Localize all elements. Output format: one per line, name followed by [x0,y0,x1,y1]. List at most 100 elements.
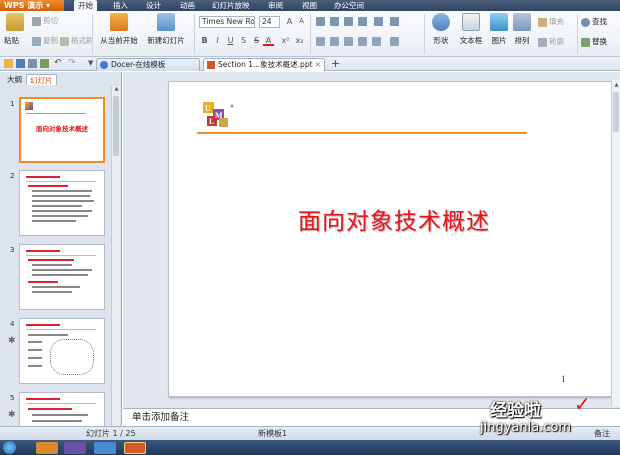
slide-scrollbar[interactable]: ▲ [611,80,620,406]
fill-button[interactable]: 填充 [538,16,564,28]
from-current-button[interactable]: 从当前开始 [97,13,141,46]
textbox-button[interactable]: 文本框 [457,13,485,46]
slide-thumbnail-1[interactable]: 面向对象技术概述 [19,97,105,163]
open-icon[interactable] [4,59,13,68]
play-slideshow-icon [110,13,128,31]
tab-current-presentation[interactable]: Section 1...象技术概述.ppt × [203,58,325,71]
tab-design[interactable]: 设计 [146,0,161,11]
explorer-taskbar-icon[interactable] [36,442,58,454]
new-slide-button[interactable]: 新建幻灯片 [144,13,188,46]
scroll-up-icon[interactable]: ▲ [613,82,620,88]
brush-icon [60,36,69,46]
title-rule [26,113,86,114]
search-icon [581,17,590,27]
outdent-icon[interactable] [344,17,353,26]
browser-taskbar-icon[interactable] [64,442,86,454]
distribute-icon[interactable] [372,37,381,46]
copy-button[interactable]: 复制 [32,35,58,47]
save-icon[interactable] [16,59,25,68]
wps-taskbar-icon[interactable] [124,442,146,454]
cut-button[interactable]: 剪切 [32,15,58,27]
picture-icon [490,13,508,31]
slide-title[interactable]: 面向对象技术概述 [169,202,619,236]
ppt-file-icon [207,61,215,69]
increase-font-icon[interactable]: A [284,16,295,27]
notes-toggle[interactable]: 备注 [594,427,610,440]
scroll-thumb[interactable] [113,96,119,156]
tab-home[interactable]: 开始 [74,0,97,11]
italic-icon[interactable]: I [212,35,223,46]
tab-slideshow[interactable]: 幻灯片放映 [212,0,250,11]
font-name-select[interactable]: Times New Ro [199,16,255,28]
tab-office-space[interactable]: 办公空间 [334,0,364,11]
preview-icon[interactable] [40,59,49,68]
picture-button[interactable]: 图片 [489,13,509,46]
paste-button[interactable]: 粘贴 [4,13,28,46]
tab-list-icon[interactable]: ▼ [88,59,93,67]
outline-button[interactable]: 轮廓 [538,36,564,48]
app-menu-button[interactable]: WPS 演示 ▾ [0,0,64,11]
windows-taskbar [0,440,620,455]
subscript-icon[interactable]: x₂ [294,35,305,46]
align-center-icon[interactable] [330,37,339,46]
ribbon-divider [577,14,578,54]
tab-insert[interactable]: 插入 [113,0,128,11]
replace-button[interactable]: 替换 [581,36,607,48]
slide-thumbnail-5[interactable] [19,392,105,426]
uml-logo: U M L [201,96,235,130]
start-button-icon[interactable] [3,441,16,454]
align-right-icon[interactable] [344,37,353,46]
slide-canvas[interactable]: U M L 面向对象技术概述 1 [168,81,618,397]
decrease-font-icon[interactable]: A [296,16,307,27]
strikethrough-icon[interactable]: S [251,35,262,46]
thumbnail-scrollbar[interactable]: ▲ [111,86,120,426]
scroll-thumb[interactable] [613,92,619,132]
tab-slides[interactable]: 幻灯片 [26,74,57,85]
format-painter-button[interactable]: 格式刷 [60,35,94,47]
ribbon-divider [194,14,195,54]
slide-thumbnail-4[interactable] [19,318,105,384]
paste-label: 粘贴 [4,36,19,45]
underline-icon[interactable]: U [225,35,236,46]
slide-navigation-pane: 大纲 幻灯片 1 面向对象技术概述 2 3 4 ✱ 5 ✱ [0,72,122,426]
text-direction-icon[interactable] [390,17,399,26]
slide-thumbnail-3[interactable] [19,244,105,310]
tab-view[interactable]: 视图 [302,0,317,11]
font-size-select[interactable]: 24 [259,16,280,28]
template-name: 新模板1 [258,429,288,438]
numbered-list-icon[interactable] [330,17,339,26]
close-tab-icon[interactable]: × [315,59,321,71]
align-left-icon[interactable] [316,37,325,46]
document-tab-bar: ↶ ↷ ▼ Docer-在线模板 Section 1...象技术概述.ppt ×… [0,57,620,71]
animation-star-icon: ✱ [8,336,16,346]
ribbon-divider [424,14,425,54]
scroll-up-icon[interactable]: ▲ [113,86,120,93]
indent-icon[interactable] [358,17,367,26]
justify-icon[interactable] [358,37,367,46]
app-name: WPS 演示 [4,1,44,10]
tab-docer-templates[interactable]: Docer-在线模板 [96,58,200,71]
tab-animation[interactable]: 动画 [180,0,195,11]
superscript-icon[interactable]: x² [280,35,291,46]
bold-icon[interactable]: B [199,35,210,46]
arrange-button[interactable]: 排列 [511,13,533,46]
line-spacing-icon[interactable] [374,17,383,26]
folder-taskbar-icon[interactable] [94,442,116,454]
new-tab-icon[interactable]: + [331,57,340,70]
bullet-list-icon[interactable] [316,17,325,26]
shadow-icon[interactable]: S [238,35,249,46]
shape-button[interactable]: 形状 [429,13,453,46]
find-button[interactable]: 查找 [581,16,607,28]
checkmark-icon: ✓ [574,392,591,416]
redo-icon[interactable]: ↷ [68,58,76,68]
column-icon[interactable] [390,37,399,46]
tab-review[interactable]: 审阅 [268,0,283,11]
print-icon[interactable] [28,59,37,68]
slide-thumbnail-2[interactable] [19,170,105,236]
tab-outline[interactable]: 大纲 [4,74,25,85]
animation-star-icon: ✱ [8,410,16,420]
font-color-icon[interactable]: A [263,35,274,46]
slide-page-number: 1 [561,374,566,384]
watermark-brand: 经验啦 [490,401,541,421]
undo-icon[interactable]: ↶ [54,58,62,68]
